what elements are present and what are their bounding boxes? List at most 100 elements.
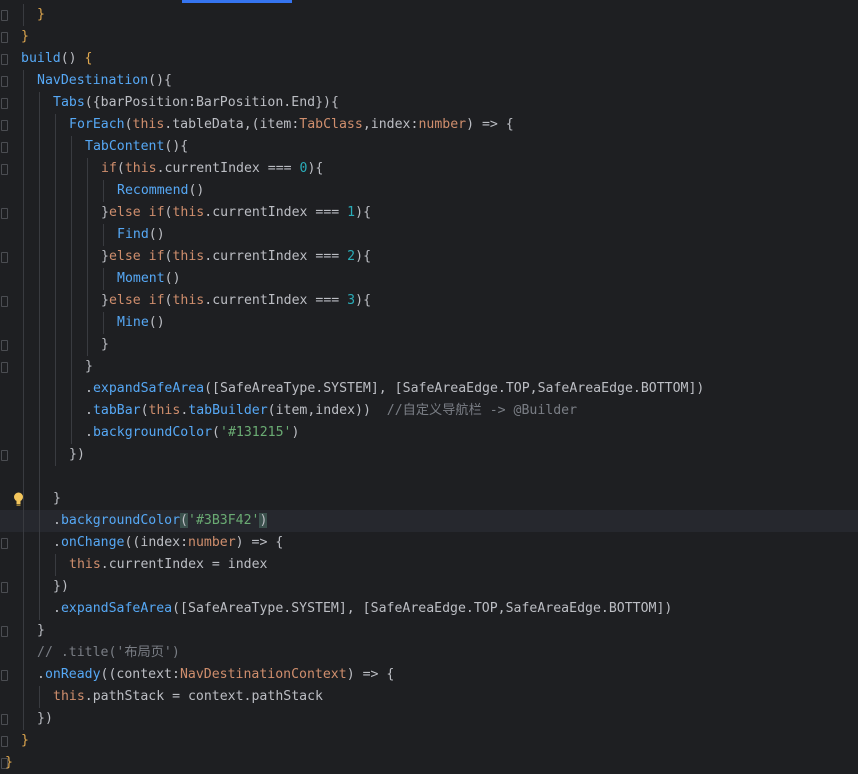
- code-token: '#131215': [220, 425, 292, 440]
- fold-marker-icon[interactable]: [1, 670, 8, 681]
- code-line[interactable]: ForEach(this.tableData,(item:TabClass,in…: [0, 114, 858, 136]
- code-text: }: [101, 334, 109, 356]
- code-line[interactable]: }: [0, 356, 858, 378]
- code-token: ((: [100, 667, 117, 682]
- fold-marker-icon[interactable]: [1, 32, 8, 43]
- code-line[interactable]: }: [0, 26, 858, 48]
- fold-marker-icon[interactable]: [1, 252, 8, 263]
- fold-marker-icon[interactable]: [1, 120, 8, 131]
- code-line[interactable]: Moment(): [0, 268, 858, 290]
- code-token: expandSafeArea: [92, 381, 205, 396]
- code-token: Moment: [117, 271, 165, 286]
- fold-marker-icon[interactable]: [1, 626, 8, 637]
- code-token: TabContent: [85, 139, 165, 154]
- indent-guide: [23, 708, 24, 730]
- indent-guide: [71, 356, 72, 378]
- code-area[interactable]: }} build() {NavDestination(){Tabs({barPos…: [0, 4, 858, 774]
- code-line[interactable]: Recommend(): [0, 180, 858, 202]
- indent-guide: [23, 444, 24, 466]
- code-line[interactable]: .backgroundColor('#3B3F42'): [0, 510, 858, 532]
- indent-guide: [23, 268, 24, 290]
- code-line[interactable]: }: [0, 752, 858, 774]
- code-token: else if: [108, 205, 165, 220]
- code-line[interactable]: NavDestination(){: [0, 70, 858, 92]
- code-line[interactable]: }else if(this.currentIndex === 1){: [0, 202, 858, 224]
- code-token: SafeAreaEdge: [370, 601, 466, 616]
- code-line[interactable]: Mine(): [0, 312, 858, 334]
- fold-marker-icon[interactable]: [1, 54, 8, 65]
- code-line[interactable]: }): [0, 576, 858, 598]
- code-text: Tabs({barPosition:BarPosition.End}){: [53, 92, 339, 114]
- indent-guide: [39, 686, 40, 708]
- code-line[interactable]: this.pathStack = context.pathStack: [0, 686, 858, 708]
- fold-marker-icon[interactable]: [1, 76, 8, 87]
- fold-marker-icon[interactable]: [1, 296, 8, 307]
- code-line[interactable]: }else if(this.currentIndex === 2){: [0, 246, 858, 268]
- indent-guide: [71, 378, 72, 400]
- code-line[interactable]: .onReady((context:NavDestinationContext)…: [0, 664, 858, 686]
- indent-guide: [55, 312, 56, 334]
- code-line[interactable]: .expandSafeArea([SafeAreaType.SYSTEM], […: [0, 378, 858, 400]
- code-line[interactable]: if(this.currentIndex === 0){: [0, 158, 858, 180]
- code-token: expandSafeArea: [60, 601, 173, 616]
- code-line[interactable]: }): [0, 708, 858, 730]
- code-line[interactable]: .backgroundColor('#131215'): [0, 422, 858, 444]
- code-line[interactable]: }: [0, 334, 858, 356]
- fold-marker-icon[interactable]: [1, 142, 8, 153]
- fold-marker-icon[interactable]: [1, 340, 8, 351]
- code-line[interactable]: Tabs({barPosition:BarPosition.End}){: [0, 92, 858, 114]
- code-token: tabBuilder: [188, 403, 268, 418]
- code-line[interactable]: // .title('布局页'): [0, 642, 858, 664]
- fold-marker-icon[interactable]: [1, 736, 8, 747]
- active-tab-indicator: [182, 0, 292, 3]
- fold-marker-icon[interactable]: [1, 450, 8, 461]
- code-line[interactable]: }: [0, 730, 858, 752]
- code-editor[interactable]: }} build() {NavDestination(){Tabs({barPos…: [0, 0, 858, 774]
- indent-guide: [71, 312, 72, 334]
- code-line[interactable]: Find(): [0, 224, 858, 246]
- fold-marker-icon[interactable]: [1, 582, 8, 593]
- code-line[interactable]: }else if(this.currentIndex === 3){: [0, 290, 858, 312]
- code-text: build() {: [21, 48, 92, 70]
- indent-guide: [39, 400, 40, 422]
- indent-guide: [87, 334, 88, 356]
- code-line[interactable]: .onChange((index:number) => {: [0, 532, 858, 554]
- code-text: }: [21, 26, 29, 48]
- code-line[interactable]: [0, 466, 858, 488]
- fold-marker-icon[interactable]: [1, 208, 8, 219]
- code-line[interactable]: }: [0, 620, 858, 642]
- code-text: }: [37, 4, 45, 26]
- code-token: ({: [84, 95, 101, 110]
- indent-guide: [23, 378, 24, 400]
- fold-marker-icon[interactable]: [1, 98, 8, 109]
- fold-marker-icon[interactable]: [1, 538, 8, 549]
- indent-guide: [23, 422, 24, 444]
- code-token: (: [212, 425, 220, 440]
- fold-marker-icon[interactable]: [1, 10, 8, 21]
- code-token: SafeAreaType: [220, 381, 316, 396]
- fold-marker-icon[interactable]: [1, 164, 8, 175]
- code-token: ([: [204, 381, 220, 396]
- code-token: ) => {: [346, 667, 395, 682]
- code-line[interactable]: TabContent(){: [0, 136, 858, 158]
- indent-guide: [39, 180, 40, 202]
- code-line[interactable]: .tabBar(this.tabBuilder(item,index)) //自…: [0, 400, 858, 422]
- code-token: barPosition: [100, 95, 188, 110]
- indent-guide: [87, 268, 88, 290]
- code-line[interactable]: build() {: [0, 48, 858, 70]
- code-token: Find: [117, 227, 149, 242]
- code-line[interactable]: }: [0, 488, 858, 510]
- code-line[interactable]: this.currentIndex = index: [0, 554, 858, 576]
- code-text: }: [53, 488, 61, 510]
- code-token: .: [53, 601, 61, 616]
- code-line[interactable]: }): [0, 444, 858, 466]
- fold-marker-icon[interactable]: [1, 714, 8, 725]
- indent-guide: [23, 290, 24, 312]
- code-token: // .title('布局页'): [37, 645, 180, 660]
- code-line[interactable]: .expandSafeArea([SafeAreaType.SYSTEM], […: [0, 598, 858, 620]
- indent-guide: [55, 224, 56, 246]
- indent-guide: [23, 510, 24, 532]
- code-line[interactable]: }: [0, 4, 858, 26]
- fold-marker-icon[interactable]: [1, 362, 8, 373]
- code-token: }): [53, 579, 69, 594]
